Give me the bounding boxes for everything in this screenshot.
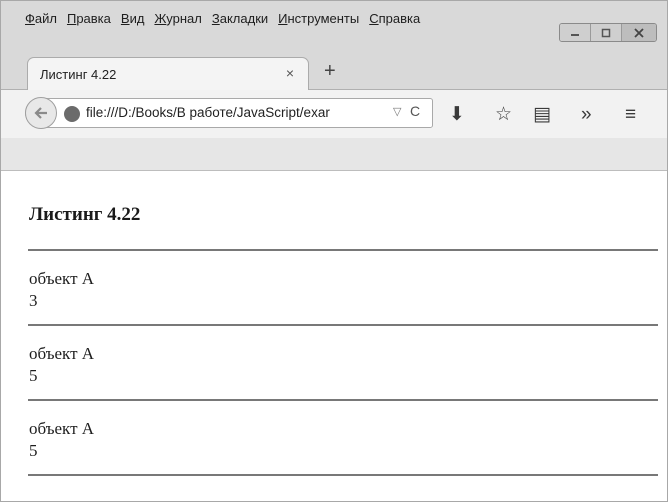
output-block: объект А 5 xyxy=(29,418,94,462)
object-name: объект А xyxy=(29,269,95,288)
minimize-icon xyxy=(571,33,579,36)
reload-icon[interactable]: C xyxy=(410,103,420,119)
divider xyxy=(28,324,658,326)
new-tab-button[interactable]: + xyxy=(324,61,336,81)
maximize-icon xyxy=(601,28,611,37)
close-window-button[interactable] xyxy=(621,24,656,41)
nav-bar: file:///D:/Books/В работе/JavaScript/exa… xyxy=(1,90,667,138)
back-button[interactable] xyxy=(25,97,57,129)
menu-file-accel: Ф xyxy=(25,11,35,26)
divider xyxy=(28,399,658,401)
menu-edit-label: равка xyxy=(76,11,111,26)
menu-file[interactable]: Файл xyxy=(25,11,57,26)
menu-bookmarks[interactable]: Закладки xyxy=(212,11,268,26)
toolbar-spacer xyxy=(1,138,667,171)
output-block: объект А 5 xyxy=(29,343,94,387)
hamburger-menu-icon[interactable]: ≡ xyxy=(625,105,636,125)
tab-close-icon[interactable]: × xyxy=(286,65,294,81)
tab-title: Листинг 4.22 xyxy=(40,67,117,82)
minimize-button[interactable] xyxy=(560,24,590,41)
reader-icon[interactable]: ▤ xyxy=(533,105,551,125)
menu-view-label: ид xyxy=(129,11,145,26)
page-content: Листинг 4.22 объект А 3 объект А 5 объек… xyxy=(1,171,667,501)
object-name: объект А xyxy=(29,419,95,438)
bookmark-star-icon[interactable]: ☆ xyxy=(495,105,512,125)
output-block: объект А 3 xyxy=(29,268,94,312)
menu-help-accel: С xyxy=(369,11,379,26)
url-text[interactable]: file:///D:/Books/В работе/JavaScript/exa… xyxy=(86,105,386,120)
overflow-chevron-icon[interactable]: » xyxy=(581,105,592,125)
menu-history-accel: Ж xyxy=(154,11,167,26)
title-bar: Файл Правка Вид Журнал Закладки Инструме… xyxy=(1,1,667,51)
close-icon xyxy=(634,27,644,38)
page-heading: Листинг 4.22 xyxy=(29,204,141,225)
back-arrow-icon xyxy=(34,107,47,119)
maximize-button[interactable] xyxy=(590,24,621,41)
object-value: 5 xyxy=(29,366,38,385)
globe-icon xyxy=(64,106,80,122)
menu-bookmarks-accel: З xyxy=(211,11,220,26)
browser-window: Файл Правка Вид Журнал Закладки Инструме… xyxy=(0,0,668,502)
menu-help-label: правка xyxy=(378,11,421,26)
object-value: 5 xyxy=(29,441,38,460)
menu-history-label: урнал xyxy=(166,11,202,26)
tab-active[interactable]: Листинг 4.22 × xyxy=(27,57,309,90)
menu-file-label: айл xyxy=(34,11,57,26)
menu-bar: Файл Правка Вид Журнал Закладки Инструме… xyxy=(25,11,420,26)
divider xyxy=(28,249,658,251)
object-name: объект А xyxy=(29,344,95,363)
menu-history[interactable]: Журнал xyxy=(154,11,201,26)
window-controls xyxy=(559,23,657,42)
menu-bookmarks-label: акладки xyxy=(219,11,269,26)
url-bar[interactable]: file:///D:/Books/В работе/JavaScript/exa… xyxy=(25,97,433,129)
download-icon[interactable]: ⬇ xyxy=(449,105,465,125)
menu-view[interactable]: Вид xyxy=(121,11,145,26)
menu-edit-accel: П xyxy=(66,11,77,26)
object-value: 3 xyxy=(29,291,38,310)
menu-tools-label: нструменты xyxy=(287,11,360,26)
tab-strip: Листинг 4.22 × + xyxy=(1,51,667,90)
menu-help[interactable]: Справка xyxy=(369,11,420,26)
menu-tools[interactable]: Инструменты xyxy=(278,11,359,26)
menu-view-accel: В xyxy=(120,11,130,26)
menu-tools-accel: И xyxy=(278,11,288,26)
url-dropdown-icon[interactable]: ▽ xyxy=(393,105,401,118)
divider xyxy=(28,474,658,476)
menu-edit[interactable]: Правка xyxy=(67,11,111,26)
